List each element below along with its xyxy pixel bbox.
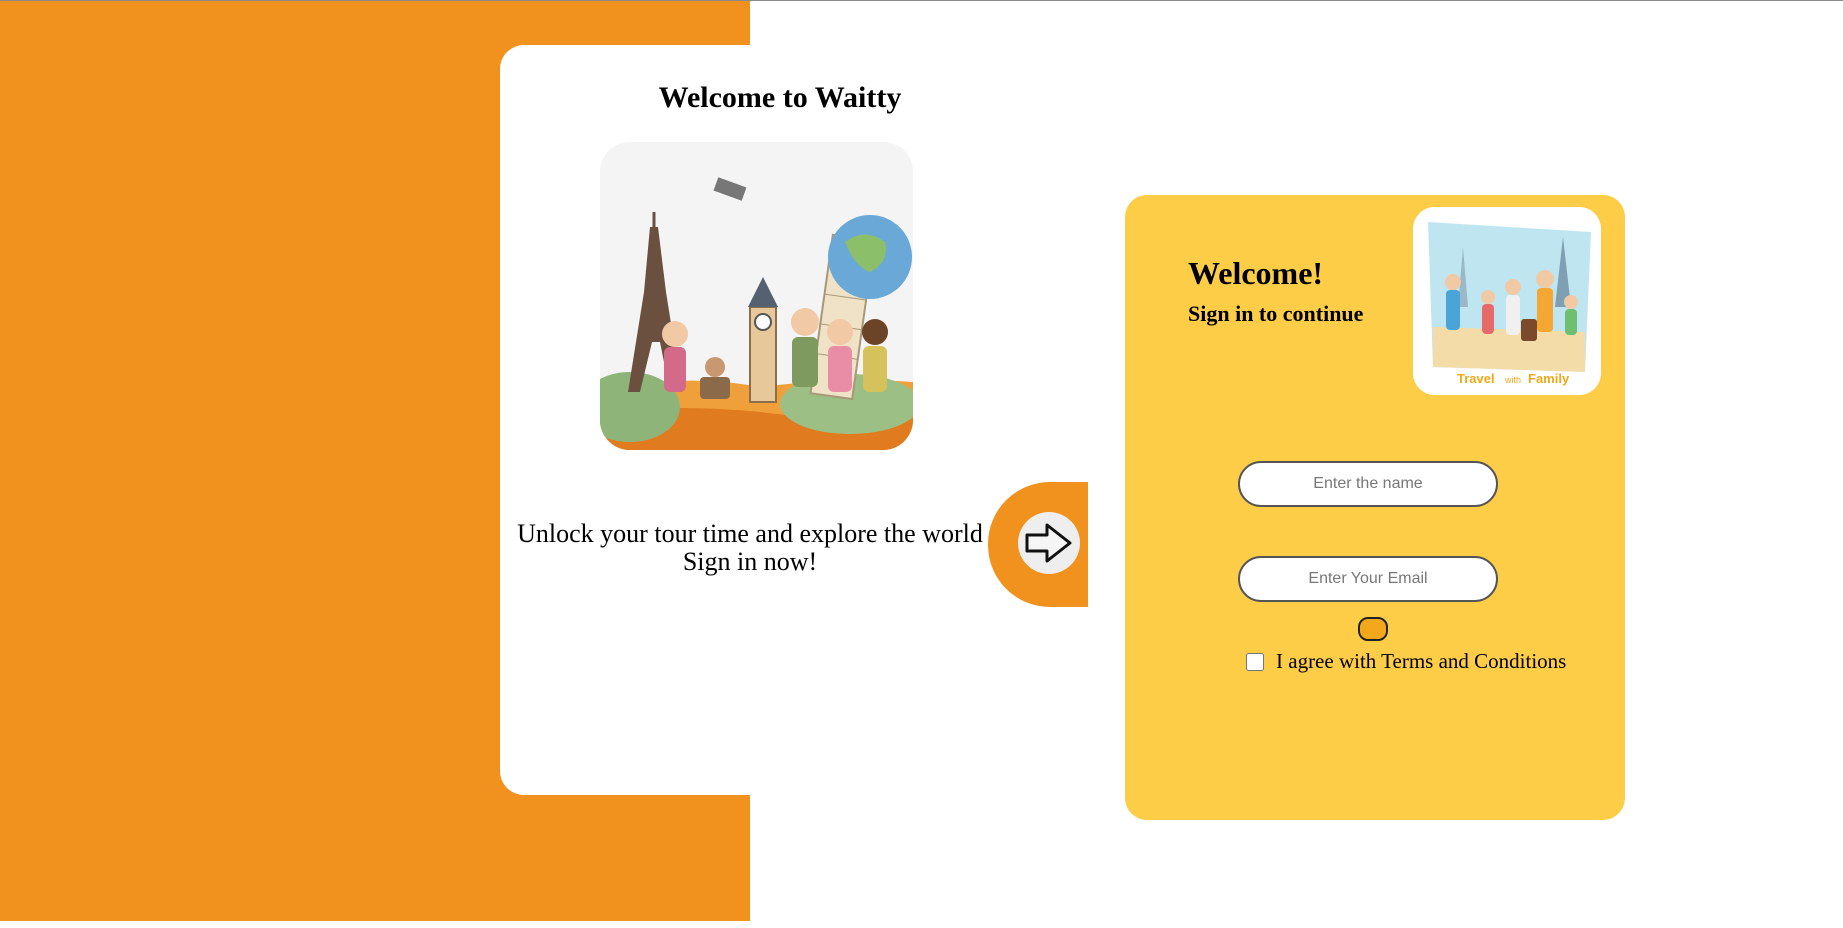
arrow-right-icon xyxy=(1025,523,1072,563)
tagline: Unlock your tour time and explore the wo… xyxy=(500,520,1000,576)
family-illustration-icon: Travel with Family xyxy=(1413,207,1601,395)
intro-card: Welcome to Waitty Unlock your tour time … xyxy=(500,45,1060,795)
signin-card: Welcome! Sign in to continue Travel with… xyxy=(1125,195,1625,820)
name-input[interactable] xyxy=(1238,461,1498,507)
travel-landmarks-icon xyxy=(600,142,913,450)
signin-subheading: Sign in to continue xyxy=(1188,301,1364,326)
email-input[interactable] xyxy=(1238,556,1498,602)
submit-button[interactable] xyxy=(1358,617,1388,641)
terms-label: I agree with Terms and Conditions xyxy=(1276,649,1567,673)
terms-row: I agree with Terms and Conditions xyxy=(1246,649,1566,674)
page-title: Welcome to Waitty xyxy=(658,81,902,114)
caption-travel: Travel xyxy=(1457,371,1495,386)
tagline-line-2: Sign in now! xyxy=(682,547,818,576)
welcome-heading: Welcome! xyxy=(1188,255,1324,291)
travel-family-image: Travel with Family xyxy=(1413,207,1601,395)
next-button[interactable] xyxy=(1018,512,1080,574)
caption-family: Family xyxy=(1528,371,1570,386)
terms-checkbox[interactable] xyxy=(1246,652,1264,671)
travel-illustration xyxy=(600,142,913,450)
tagline-line-1: Unlock your tour time and explore the wo… xyxy=(517,519,983,548)
caption-with: with xyxy=(1504,375,1521,385)
